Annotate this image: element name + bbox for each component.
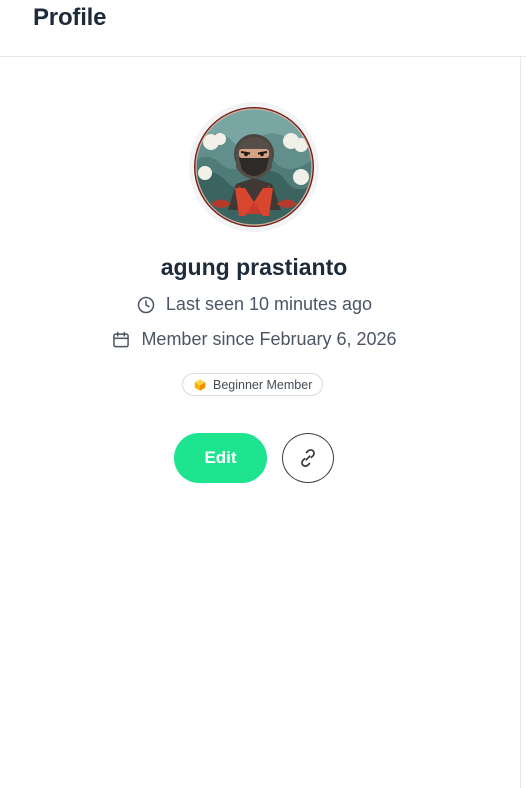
profile-name: agung prastianto bbox=[160, 254, 348, 280]
link-icon bbox=[301, 449, 315, 467]
member-since-text: Member since February 6, 2026 bbox=[141, 329, 397, 349]
right-divider bbox=[520, 57, 521, 788]
last-seen-text: Last seen 10 minutes ago bbox=[165, 294, 373, 314]
calendar-icon bbox=[113, 331, 130, 347]
member-badge: Beginner Member bbox=[182, 373, 324, 396]
avatar-image bbox=[194, 107, 314, 227]
profile-page: Profile agung prastianto Last seen 10 mi… bbox=[0, 0, 526, 788]
avatar bbox=[189, 102, 319, 232]
member-badge-label: Beginner Member bbox=[213, 377, 313, 392]
member-since-row: Member since February 6, 2026 bbox=[0, 329, 508, 350]
edit-button[interactable]: Edit bbox=[174, 433, 267, 483]
badge-icon bbox=[194, 378, 206, 391]
copy-link-button[interactable] bbox=[282, 433, 334, 483]
last-seen-row: Last seen 10 minutes ago bbox=[0, 294, 508, 315]
header: Profile bbox=[0, 0, 526, 57]
page-title: Profile bbox=[33, 4, 107, 31]
clock-icon bbox=[137, 296, 155, 313]
